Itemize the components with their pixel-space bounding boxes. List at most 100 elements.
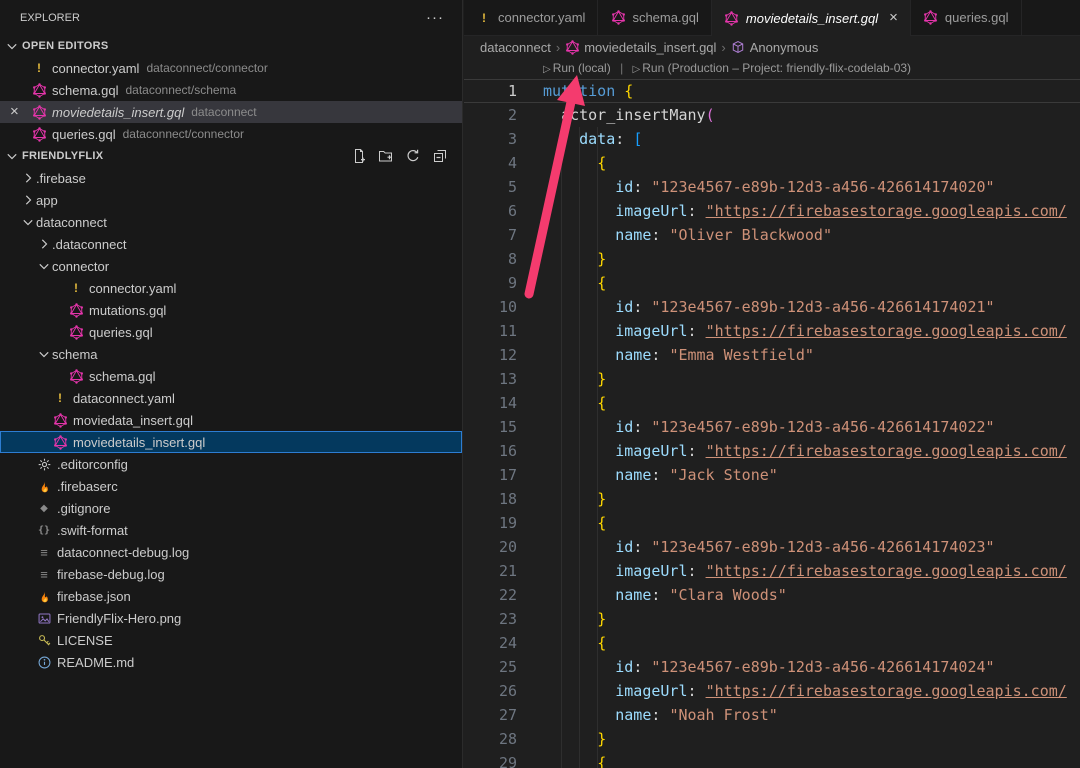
open-editor-queries.gql[interactable]: queries.gqldataconnect/connector xyxy=(0,123,462,145)
tree-item-README.md[interactable]: README.md xyxy=(0,651,462,673)
code-line-3[interactable]: 3 data: [ xyxy=(464,127,1080,151)
collapse-all-icon[interactable] xyxy=(432,148,448,164)
tree-item-.editorconfig[interactable]: .editorconfig xyxy=(0,453,462,475)
chevron-down-icon[interactable] xyxy=(36,346,52,362)
code-line-24[interactable]: 24 { xyxy=(464,631,1080,655)
line-number: 5 xyxy=(464,175,517,199)
line-number: 9 xyxy=(464,271,517,295)
open-editor-schema.gql[interactable]: schema.gqldataconnect/schema xyxy=(0,79,462,101)
tree-item-connector[interactable]: connector xyxy=(0,255,462,277)
graphql-icon xyxy=(52,412,68,428)
flame-icon xyxy=(36,478,52,494)
code-line-27[interactable]: 27 name: "Noah Frost" xyxy=(464,703,1080,727)
code-line-4[interactable]: 4 { xyxy=(464,151,1080,175)
chevron-down-icon[interactable] xyxy=(20,214,36,230)
code-line-14[interactable]: 14 { xyxy=(464,391,1080,415)
code-line-12[interactable]: 12 name: "Emma Westfield" xyxy=(464,343,1080,367)
tree-item-schema.gql[interactable]: schema.gql xyxy=(0,365,462,387)
graphql-icon xyxy=(923,10,939,26)
code-line-7[interactable]: 7 name: "Oliver Blackwood" xyxy=(464,223,1080,247)
code-line-6[interactable]: 6 imageUrl: "https://firebasestorage.goo… xyxy=(464,199,1080,223)
more-actions-icon[interactable]: ··· xyxy=(426,13,444,23)
editor-area: !connector.yamlschema.gqlmoviedetails_in… xyxy=(464,0,1080,768)
code-line-8[interactable]: 8 } xyxy=(464,247,1080,271)
tab-connector.yaml[interactable]: !connector.yaml xyxy=(464,0,598,35)
code-line-9[interactable]: 9 { xyxy=(464,271,1080,295)
workspace-section-header[interactable]: FRIENDLYFLIX xyxy=(0,145,462,167)
tab-queries.gql[interactable]: queries.gql xyxy=(911,0,1022,35)
tree-item-.dataconnect[interactable]: .dataconnect xyxy=(0,233,462,255)
code-line-19[interactable]: 19 { xyxy=(464,511,1080,535)
line-number: 16 xyxy=(464,439,517,463)
graphql-icon xyxy=(724,10,740,26)
tree-item-.firebaserc[interactable]: .firebaserc xyxy=(0,475,462,497)
code-line-26[interactable]: 26 imageUrl: "https://firebasestorage.go… xyxy=(464,679,1080,703)
code-line-25[interactable]: 25 id: "123e4567-e89b-12d3-a456-42661417… xyxy=(464,655,1080,679)
code-line-2[interactable]: 2 actor_insertMany( xyxy=(464,103,1080,127)
tree-item-connector.yaml[interactable]: !connector.yaml xyxy=(0,277,462,299)
close-icon[interactable]: × xyxy=(10,105,19,119)
code-line-18[interactable]: 18 } xyxy=(464,487,1080,511)
tree-item-dataconnect.yaml[interactable]: !dataconnect.yaml xyxy=(0,387,462,409)
chevron-down-icon[interactable] xyxy=(36,258,52,274)
code-line-17[interactable]: 17 name: "Jack Stone" xyxy=(464,463,1080,487)
graphql-icon xyxy=(31,82,47,98)
tree-item-schema[interactable]: schema xyxy=(0,343,462,365)
open-editor-moviedetails_insert.gql[interactable]: ×moviedetails_insert.gqldataconnect xyxy=(0,101,462,123)
line-number: 1 xyxy=(464,80,517,102)
code-line-16[interactable]: 16 imageUrl: "https://firebasestorage.go… xyxy=(464,439,1080,463)
code-line-22[interactable]: 22 name: "Clara Woods" xyxy=(464,583,1080,607)
tree-item-LICENSE[interactable]: LICENSE xyxy=(0,629,462,651)
tree-item-.swift-format[interactable]: {}.swift-format xyxy=(0,519,462,541)
open-editor-connector.yaml[interactable]: !connector.yamldataconnect/connector xyxy=(0,57,462,79)
run-production-link[interactable]: ▷Run (Production – Project: friendly-fli… xyxy=(633,61,912,75)
line-number: 27 xyxy=(464,703,517,727)
code-line-1[interactable]: 1mutation { xyxy=(464,79,1080,103)
tree-item-dataconnect[interactable]: dataconnect xyxy=(0,211,462,233)
tree-item-firebase-debug.log[interactable]: ≡firebase-debug.log xyxy=(0,563,462,585)
line-number: 19 xyxy=(464,511,517,535)
tree-item-firebase.json[interactable]: firebase.json xyxy=(0,585,462,607)
breadcrumb-item-moviedetails_insert.gql[interactable]: moviedetails_insert.gql xyxy=(565,40,716,55)
code-line-21[interactable]: 21 imageUrl: "https://firebasestorage.go… xyxy=(464,559,1080,583)
flame-icon xyxy=(36,588,52,604)
refresh-icon[interactable] xyxy=(405,148,421,164)
line-number: 6 xyxy=(464,199,517,223)
new-file-icon[interactable] xyxy=(351,148,367,164)
run-local-label: Run (local) xyxy=(553,61,611,75)
code-line-23[interactable]: 23 } xyxy=(464,607,1080,631)
open-editors-header[interactable]: OPEN EDITORS xyxy=(0,35,462,57)
chevron-right-icon[interactable] xyxy=(36,236,52,252)
close-icon[interactable]: × xyxy=(889,11,898,25)
code-line-29[interactable]: 29 { xyxy=(464,751,1080,768)
tree-item-dataconnect-debug.log[interactable]: ≡dataconnect-debug.log xyxy=(0,541,462,563)
tab-schema.gql[interactable]: schema.gql xyxy=(598,0,711,35)
tree-item-moviedata_insert.gql[interactable]: moviedata_insert.gql xyxy=(0,409,462,431)
tree-item-queries.gql[interactable]: queries.gql xyxy=(0,321,462,343)
graphql-icon xyxy=(31,104,47,120)
indent-space xyxy=(20,478,36,494)
tab-moviedetails_insert.gql[interactable]: moviedetails_insert.gql× xyxy=(712,0,911,36)
chevron-right-icon[interactable] xyxy=(20,192,36,208)
tree-item-app[interactable]: app xyxy=(0,189,462,211)
tree-item-.firebase[interactable]: .firebase xyxy=(0,167,462,189)
tree-item-mutations.gql[interactable]: mutations.gql xyxy=(0,299,462,321)
tree-item-FriendlyFlix-Hero.png[interactable]: FriendlyFlix-Hero.png xyxy=(0,607,462,629)
code-line-10[interactable]: 10 id: "123e4567-e89b-12d3-a456-42661417… xyxy=(464,295,1080,319)
run-local-link[interactable]: ▷Run (local) xyxy=(543,61,611,75)
chevron-right-icon[interactable] xyxy=(20,170,36,186)
code-line-15[interactable]: 15 id: "123e4567-e89b-12d3-a456-42661417… xyxy=(464,415,1080,439)
tree-item-moviedetails_insert.gql[interactable]: moviedetails_insert.gql xyxy=(0,431,462,453)
code-editor[interactable]: ▷Run (local) | ▷Run (Production – Projec… xyxy=(464,58,1080,768)
code-line-11[interactable]: 11 imageUrl: "https://firebasestorage.go… xyxy=(464,319,1080,343)
codelens: ▷Run (local) | ▷Run (Production – Projec… xyxy=(464,58,1080,79)
code-line-20[interactable]: 20 id: "123e4567-e89b-12d3-a456-42661417… xyxy=(464,535,1080,559)
code-line-13[interactable]: 13 } xyxy=(464,367,1080,391)
tree-item-.gitignore[interactable]: ◆.gitignore xyxy=(0,497,462,519)
code-line-5[interactable]: 5 id: "123e4567-e89b-12d3-a456-426614174… xyxy=(464,175,1080,199)
warning-icon: ! xyxy=(68,280,84,296)
new-folder-icon[interactable] xyxy=(378,148,394,164)
breadcrumb-item-Anonymous[interactable]: Anonymous xyxy=(731,40,819,55)
breadcrumb-item-dataconnect[interactable]: dataconnect xyxy=(480,40,551,55)
code-line-28[interactable]: 28 } xyxy=(464,727,1080,751)
